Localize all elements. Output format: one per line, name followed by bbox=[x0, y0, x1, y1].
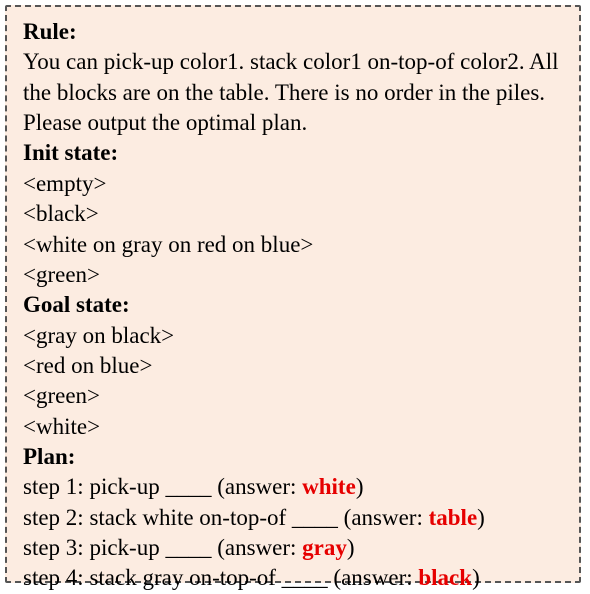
plan-step-answer: table bbox=[429, 505, 478, 530]
plan-heading: Plan: bbox=[23, 442, 563, 472]
init-state-heading: Init state: bbox=[23, 138, 563, 168]
plan-step: step 4: stack gray on-top-of ____ (answe… bbox=[23, 563, 563, 593]
plan-step-prefix: step 3: pick-up ____ (answer: bbox=[23, 535, 302, 560]
plan-step-suffix: ) bbox=[356, 474, 364, 499]
plan-step: step 1: pick-up ____ (answer: white) bbox=[23, 472, 563, 502]
plan-step-suffix: ) bbox=[347, 535, 355, 560]
rule-heading: Rule: bbox=[23, 17, 563, 47]
init-state-line: <white on gray on red on blue> bbox=[23, 230, 563, 260]
plan-step-suffix: ) bbox=[477, 505, 485, 530]
init-state-line: <green> bbox=[23, 260, 563, 290]
plan-step: step 2: stack white on-top-of ____ (answ… bbox=[23, 503, 563, 533]
plan-step-prefix: step 1: pick-up ____ (answer: bbox=[23, 474, 302, 499]
goal-state-line: <green> bbox=[23, 381, 563, 411]
plan-step: step 3: pick-up ____ (answer: gray) bbox=[23, 533, 563, 563]
plan-step-suffix: ) bbox=[472, 565, 480, 590]
plan-step-prefix: step 2: stack white on-top-of ____ (answ… bbox=[23, 505, 429, 530]
goal-state-line: <gray on black> bbox=[23, 321, 563, 351]
prompt-box: Rule: You can pick-up color1. stack colo… bbox=[5, 5, 581, 583]
plan-step-answer: black bbox=[418, 565, 472, 590]
goal-state-line: <red on blue> bbox=[23, 351, 563, 381]
init-state-line: <black> bbox=[23, 199, 563, 229]
goal-state-line: <white> bbox=[23, 412, 563, 442]
plan-step-prefix: step 4: stack gray on-top-of ____ (answe… bbox=[23, 565, 418, 590]
goal-state-heading: Goal state: bbox=[23, 290, 563, 320]
rule-text: You can pick-up color1. stack color1 on-… bbox=[23, 47, 563, 138]
plan-step-answer: gray bbox=[302, 535, 347, 560]
plan-step-answer: white bbox=[302, 474, 356, 499]
init-state-line: <empty> bbox=[23, 169, 563, 199]
